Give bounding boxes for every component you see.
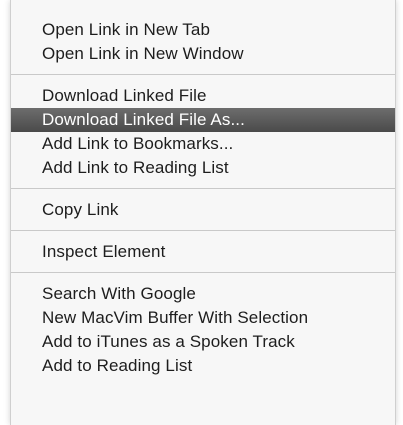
menu-group-download-bookmark: Download Linked File Download Linked Fil…	[11, 84, 395, 180]
menu-item-download-linked-file-as[interactable]: Download Linked File As...	[11, 108, 395, 132]
menu-item-new-macvim-buffer[interactable]: New MacVim Buffer With Selection	[11, 306, 395, 330]
menu-group-services: Search With Google New MacVim Buffer Wit…	[11, 282, 395, 378]
menu-separator	[11, 230, 395, 231]
menu-item-add-to-itunes-spoken-track[interactable]: Add to iTunes as a Spoken Track	[11, 330, 395, 354]
menu-group-open-link: Open Link in New Tab Open Link in New Wi…	[11, 0, 395, 66]
menu-item-search-with-google[interactable]: Search With Google	[11, 282, 395, 306]
menu-group-copy: Copy Link	[11, 198, 395, 222]
screenshot-stage: Open Link in New Tab Open Link in New Wi…	[0, 0, 403, 425]
context-menu: Open Link in New Tab Open Link in New Wi…	[10, 0, 396, 425]
menu-item-add-link-to-reading-list[interactable]: Add Link to Reading List	[11, 156, 395, 180]
menu-item-open-link-new-window[interactable]: Open Link in New Window	[11, 42, 395, 66]
menu-item-download-linked-file[interactable]: Download Linked File	[11, 84, 395, 108]
menu-item-open-link-new-tab[interactable]: Open Link in New Tab	[11, 18, 395, 42]
menu-group-inspect: Inspect Element	[11, 240, 395, 264]
menu-item-inspect-element[interactable]: Inspect Element	[11, 240, 395, 264]
menu-item-copy-link[interactable]: Copy Link	[11, 198, 395, 222]
menu-separator	[11, 272, 395, 273]
menu-separator	[11, 74, 395, 75]
menu-item-add-link-to-bookmarks[interactable]: Add Link to Bookmarks...	[11, 132, 395, 156]
menu-separator	[11, 188, 395, 189]
menu-item-add-to-reading-list[interactable]: Add to Reading List	[11, 354, 395, 378]
